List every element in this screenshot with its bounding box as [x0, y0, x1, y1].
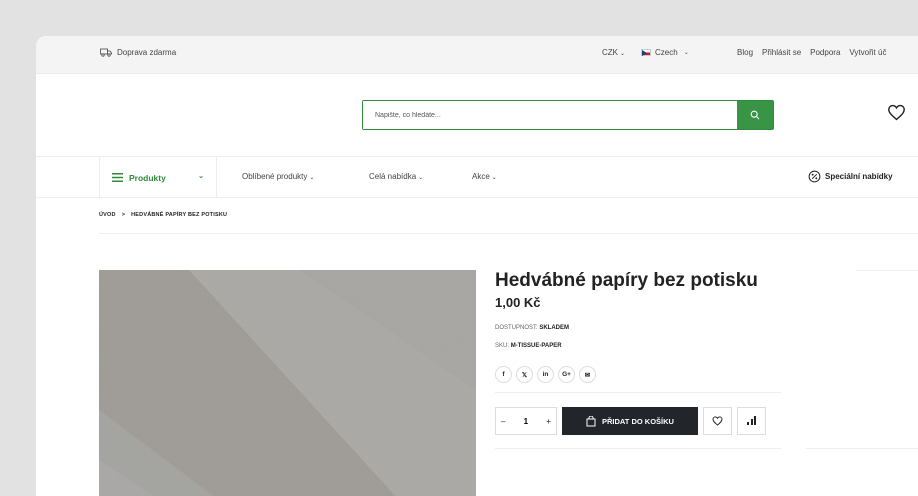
- wishlist-button[interactable]: [887, 104, 906, 126]
- divider: [495, 392, 781, 393]
- browser-page: Doprava zdarma CZK ⌄ Czech ⌄ Blog Přihlási…: [36, 36, 918, 496]
- divider: [856, 270, 918, 271]
- language-select[interactable]: Czech ⌄: [641, 48, 689, 57]
- linkedin-icon[interactable]: in: [537, 366, 554, 383]
- add-to-cart-button[interactable]: PŘIDAT DO KOŠÍKU: [562, 407, 698, 435]
- add-to-wishlist-button[interactable]: [703, 407, 732, 435]
- nav-item-sale[interactable]: Akce ⌄: [472, 172, 497, 181]
- bar-chart-icon: [750, 419, 753, 425]
- breadcrumb: ÚVOD > HEDVÁBNÉ PAPÍRY BEZ POTISKU: [99, 212, 227, 218]
- special-offers-link[interactable]: Speciální nabídky: [808, 170, 893, 183]
- qty-minus-button[interactable]: –: [501, 417, 505, 426]
- link-login[interactable]: Přihlásit se: [762, 48, 801, 57]
- quantity-field[interactable]: [515, 416, 536, 426]
- chevron-down-icon: ⌄: [491, 175, 497, 181]
- add-to-cart-label: PŘIDAT DO KOŠÍKU: [602, 416, 674, 426]
- currency-select[interactable]: CZK ⌄: [602, 48, 625, 57]
- search-button[interactable]: [737, 101, 773, 129]
- divider: [806, 448, 918, 449]
- top-links: Blog Přihlásit se Podpora Vytvořit úč: [737, 48, 886, 57]
- czech-flag-icon: [641, 49, 651, 56]
- shipping-label: Doprava zdarma: [117, 48, 177, 57]
- compare-button[interactable]: [737, 407, 766, 435]
- truck-icon: [100, 48, 112, 57]
- email-icon[interactable]: ✉: [579, 366, 596, 383]
- search-input[interactable]: [363, 101, 737, 129]
- nav-item-all[interactable]: Celá nabídka ⌄: [369, 172, 423, 181]
- social-share: f 𝕏 in G+ ✉: [495, 366, 596, 383]
- link-blog[interactable]: Blog: [737, 48, 753, 57]
- chevron-down-icon: ⌄: [683, 50, 689, 56]
- availability-value: SKLADEM: [539, 325, 570, 331]
- products-menu[interactable]: Produkty ⌄: [99, 157, 217, 198]
- search-bar: [362, 100, 774, 130]
- tissue-paper-photo: [99, 270, 476, 496]
- menu-icon: [112, 173, 123, 182]
- divider: [495, 448, 781, 449]
- product-image[interactable]: [99, 270, 476, 496]
- facebook-icon[interactable]: f: [495, 366, 512, 383]
- qty-plus-button[interactable]: +: [546, 417, 551, 426]
- sku: SKU: M-TISSUE-PAPER: [495, 343, 562, 349]
- nav-item-label: Akce: [472, 172, 490, 181]
- quantity-stepper: – +: [495, 407, 557, 435]
- availability-label: DOSTUPNOST:: [495, 325, 538, 331]
- chevron-down-icon: ⌄: [309, 175, 315, 181]
- bar-chart-icon: [754, 416, 756, 425]
- breadcrumb-separator: >: [121, 212, 126, 218]
- percent-badge-icon: [808, 170, 821, 183]
- chevron-down-icon: ⌄: [418, 175, 424, 181]
- heart-icon: [888, 104, 905, 121]
- chevron-down-icon: ⌄: [198, 173, 204, 180]
- search-icon: [750, 110, 760, 120]
- nav-item-label: Celá nabídka: [369, 172, 417, 181]
- google-plus-icon[interactable]: G+: [558, 366, 575, 383]
- language-value: Czech: [655, 48, 678, 57]
- nav-item-label: Oblíbené produkty: [242, 172, 308, 181]
- divider: [99, 233, 918, 234]
- breadcrumb-current: HEDVÁBNÉ PAPÍRY BEZ POTISKU: [131, 212, 228, 218]
- availability: DOSTUPNOST: SKLADEM: [495, 325, 569, 331]
- link-register[interactable]: Vytvořit úč: [849, 48, 886, 57]
- sku-value: M-TISSUE-PAPER: [510, 343, 562, 349]
- twitter-icon[interactable]: 𝕏: [516, 366, 533, 383]
- top-bar: Doprava zdarma CZK ⌄ Czech ⌄ Blog Přihlási…: [36, 36, 918, 74]
- free-shipping: Doprava zdarma: [100, 48, 176, 57]
- special-offers-label: Speciální nabídky: [825, 172, 893, 181]
- chevron-down-icon: ⌄: [620, 51, 626, 57]
- shopping-bag-icon: [586, 415, 596, 426]
- heart-icon: [712, 416, 723, 426]
- bar-chart-icon: [747, 422, 749, 425]
- product-price: 1,00 Kč: [495, 295, 541, 310]
- main-nav: Produkty ⌄ Oblíbené produkty ⌄ Celá nabíd…: [36, 156, 918, 198]
- products-label: Produkty: [129, 172, 166, 183]
- nav-item-favorites[interactable]: Oblíbené produkty ⌄: [242, 172, 314, 181]
- currency-value: CZK: [602, 48, 618, 57]
- breadcrumb-home[interactable]: ÚVOD: [99, 212, 116, 218]
- link-support[interactable]: Podpora: [810, 48, 840, 57]
- sku-label: SKU:: [495, 343, 510, 349]
- product-title: Hedvábné papíry bez potisku: [495, 270, 758, 291]
